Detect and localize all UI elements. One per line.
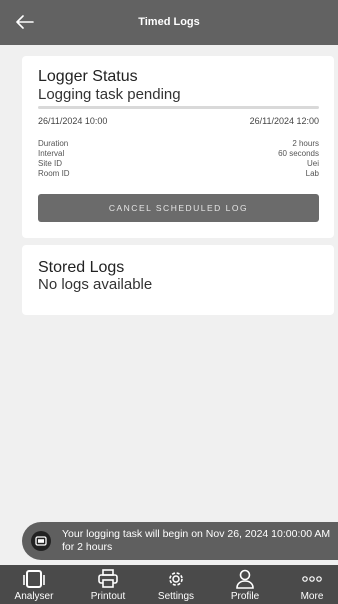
nav-label: Settings [157,591,195,602]
nav-label: Profile [230,591,260,602]
detail-value: Lab [305,169,319,178]
cancel-scheduled-log-button[interactable]: CANCEL SCHEDULED LOG [38,194,319,222]
detail-value: 60 seconds [278,149,319,158]
nav-item-analyser[interactable]: Analyser [4,565,64,604]
detail-value: 2 hours [292,139,319,148]
nav-label: Printout [90,591,126,602]
stored-logs-empty-text: No logs available [38,276,153,293]
nav-item-more[interactable]: More [282,565,338,604]
app-bar: Timed Logs [0,0,338,45]
printer-icon [78,569,138,589]
detail-label: Site ID [38,159,63,168]
start-date: 26/11/2024 10:00 [38,116,108,126]
logger-status-card: Logger Status Logging task pending 26/11… [22,56,334,238]
detail-value: Uei [306,159,319,168]
logger-status-subtitle: Logging task pending [38,86,181,103]
bottom-navigation: Analyser Printout Settings Profile More [0,565,338,604]
nav-item-printout[interactable]: Printout [78,565,138,604]
logging-toast: Your logging task will begin on Nov 26, … [22,522,338,560]
logger-icon [31,531,51,551]
logger-status-title: Logger Status [38,68,138,85]
detail-label: Interval [38,149,65,158]
end-date: 26/11/2024 12:00 [249,116,319,126]
profile-icon [215,569,275,589]
gear-icon [146,569,206,589]
more-icon [282,569,338,589]
detail-label: Room ID [38,169,70,178]
stored-logs-card: Stored Logs No logs available [22,245,334,315]
page-title: Timed Logs [138,16,200,28]
stored-logs-title: Stored Logs [38,259,125,276]
logging-progress-bar [38,106,319,109]
nav-label: More [300,591,324,602]
nav-item-settings[interactable]: Settings [146,565,206,604]
toast-message: Your logging task will begin on Nov 26, … [62,528,331,553]
detail-label: Duration [38,139,69,148]
nav-label: Analyser [14,591,54,602]
analyser-icon [4,569,64,589]
nav-item-profile[interactable]: Profile [215,565,275,604]
